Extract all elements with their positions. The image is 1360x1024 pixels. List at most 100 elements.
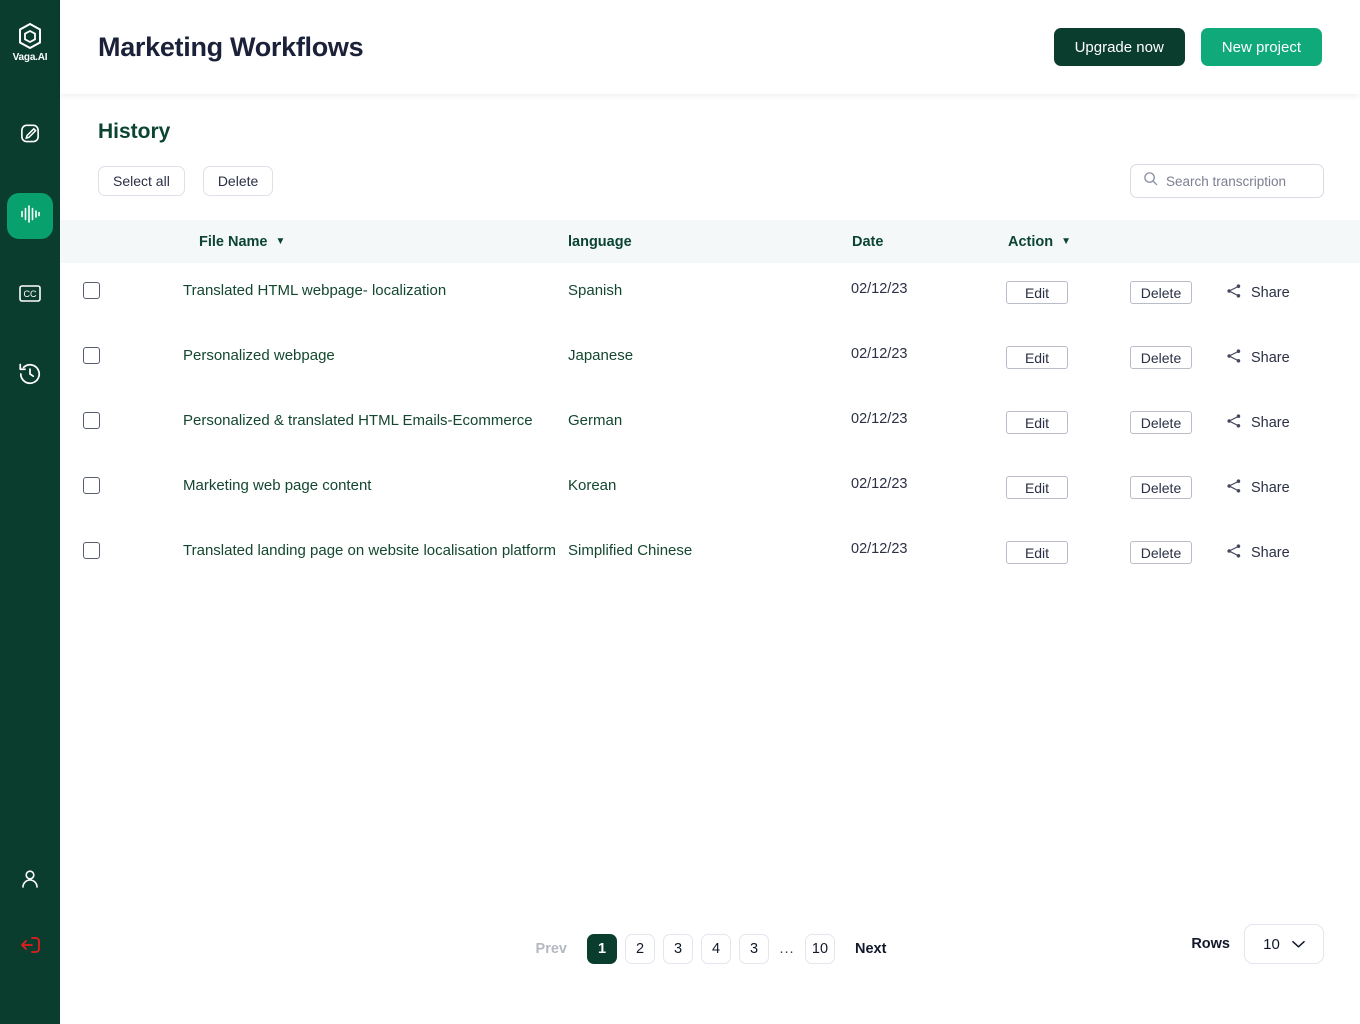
toolbar-left: Select all Delete	[98, 166, 274, 196]
audio-waveform-icon	[18, 203, 42, 230]
svg-text:CC: CC	[24, 289, 37, 299]
pagination-page-3[interactable]: 3	[663, 934, 693, 964]
row-file-name[interactable]: Personalized webpage	[123, 346, 568, 366]
pagination-page-2[interactable]: 2	[625, 934, 655, 964]
sidebar-item-logout[interactable]	[7, 924, 53, 970]
row-date: 02/12/23	[851, 411, 908, 427]
rows-per-page-value: 10	[1263, 935, 1280, 953]
pagination-page-3[interactable]: 3	[739, 934, 769, 964]
share-icon	[1226, 543, 1242, 563]
brand-logo[interactable]: Vaga.AI	[13, 22, 48, 63]
upgrade-now-button[interactable]: Upgrade now	[1053, 28, 1185, 66]
brand-name: Vaga.AI	[12, 52, 48, 63]
sidebar-item-profile[interactable]	[7, 858, 53, 904]
sidebar-item-captions[interactable]: CC	[7, 273, 53, 319]
table-body: Translated HTML webpage- localization Spa…	[60, 263, 1360, 588]
row-edit-button[interactable]: Edit	[1006, 411, 1068, 434]
pagination-page-1[interactable]: 1	[587, 934, 617, 964]
chevron-down-icon	[1292, 936, 1305, 953]
row-checkbox[interactable]	[83, 347, 100, 364]
row-language: German	[568, 412, 623, 429]
header-date: Date	[806, 234, 984, 250]
pagination-bar: Prev 1 2 3 4 3... 10 Next Rows 10	[60, 924, 1360, 1024]
row-actions: Edit Delete Share	[984, 476, 1360, 499]
search-transcription-box[interactable]	[1130, 164, 1324, 198]
row-language: Korean	[568, 477, 617, 494]
pagination-prev[interactable]: Prev	[536, 941, 567, 957]
row-actions: Edit Delete Share	[984, 281, 1360, 304]
header-file-name[interactable]: File Name ▼	[123, 234, 568, 250]
row-date: 02/12/23	[851, 346, 908, 362]
content-panel: History Select all Delete Search transcr…	[60, 94, 1360, 1024]
app-root: Vaga.AI CC Marketing Workflows Upgrade n…	[0, 0, 1360, 1024]
search-input[interactable]	[1166, 173, 1311, 189]
header-date-label: Date	[852, 233, 884, 250]
row-share-button[interactable]: Share	[1226, 346, 1290, 369]
pagination-next[interactable]: Next	[855, 941, 886, 957]
row-checkbox-cell	[60, 541, 123, 559]
row-edit-button[interactable]: Edit	[1006, 281, 1068, 304]
pager: Prev 1 2 3 4 3... 10 Next	[536, 934, 886, 964]
row-checkbox[interactable]	[83, 477, 100, 494]
table-row: Translated landing page on website local…	[60, 523, 1360, 588]
edit-pencil-icon	[17, 121, 43, 152]
rows-label: Rows	[1191, 936, 1230, 952]
delete-selected-button[interactable]: Delete	[202, 166, 274, 196]
row-share-button[interactable]: Share	[1226, 411, 1290, 434]
sidebar-nav: CC	[7, 113, 53, 433]
row-share-button[interactable]: Share	[1226, 281, 1290, 304]
row-file-name[interactable]: Translated landing page on website local…	[123, 541, 568, 561]
row-file-name[interactable]: Personalized & translated HTML Emails-Ec…	[123, 411, 568, 431]
row-checkbox-cell	[60, 346, 123, 364]
chevron-down-icon: ▼	[1061, 236, 1072, 248]
row-edit-button[interactable]: Edit	[1006, 346, 1068, 369]
sidebar-item-edit[interactable]	[7, 113, 53, 159]
row-delete-button[interactable]: Delete	[1130, 476, 1192, 499]
new-project-button[interactable]: New project	[1200, 28, 1322, 66]
row-checkbox[interactable]	[83, 282, 100, 299]
page-title: Marketing Workflows	[98, 31, 364, 62]
header-action-label: Action	[1008, 233, 1054, 250]
row-date: 02/12/23	[851, 541, 908, 557]
table-row: Marketing web page content Korean 02/12/23…	[60, 458, 1360, 523]
table-header-row: File Name ▼ language Date Action ▼	[60, 220, 1360, 263]
row-actions: Edit Delete Share	[984, 541, 1360, 564]
row-file-name[interactable]: Translated HTML webpage- localization	[123, 281, 568, 301]
row-language: Spanish	[568, 282, 623, 299]
sidebar-item-transcribe[interactable]	[7, 193, 53, 239]
row-delete-button[interactable]: Delete	[1130, 281, 1192, 304]
row-edit-button[interactable]: Edit	[1006, 476, 1068, 499]
row-checkbox-cell	[60, 411, 123, 429]
row-delete-button[interactable]: Delete	[1130, 346, 1192, 369]
select-all-button[interactable]: Select all	[98, 166, 185, 196]
row-checkbox[interactable]	[83, 542, 100, 559]
row-date: 02/12/23	[851, 476, 908, 492]
row-actions: Edit Delete Share	[984, 346, 1360, 369]
row-delete-button[interactable]: Delete	[1130, 411, 1192, 434]
search-icon	[1143, 171, 1158, 191]
row-edit-button[interactable]: Edit	[1006, 541, 1068, 564]
row-share-label: Share	[1251, 284, 1290, 301]
row-checkbox[interactable]	[83, 412, 100, 429]
vaga-hex-logo-icon	[17, 22, 43, 50]
sidebar-item-history[interactable]	[7, 353, 53, 399]
row-date: 02/12/23	[851, 281, 908, 297]
share-icon	[1226, 348, 1242, 368]
sidebar-bottom-nav	[7, 858, 53, 970]
table-row: Translated HTML webpage- localization Spa…	[60, 263, 1360, 328]
row-checkbox-cell	[60, 281, 123, 299]
row-delete-button[interactable]: Delete	[1130, 541, 1192, 564]
rows-per-page-select[interactable]: 10	[1244, 924, 1324, 964]
table-toolbar: Select all Delete	[60, 144, 1360, 198]
row-share-button[interactable]: Share	[1226, 476, 1290, 499]
row-file-name[interactable]: Marketing web page content	[123, 476, 568, 496]
pagination-ellipsis: ...	[779, 941, 795, 957]
row-share-label: Share	[1251, 544, 1290, 561]
row-share-label: Share	[1251, 479, 1290, 496]
row-actions: Edit Delete Share	[984, 411, 1360, 434]
header-language: language	[568, 234, 806, 250]
pagination-page-4[interactable]: 4	[701, 934, 731, 964]
row-share-button[interactable]: Share	[1226, 541, 1290, 564]
pagination-page-10[interactable]: 10	[805, 934, 835, 964]
header-action[interactable]: Action ▼	[984, 234, 1360, 250]
